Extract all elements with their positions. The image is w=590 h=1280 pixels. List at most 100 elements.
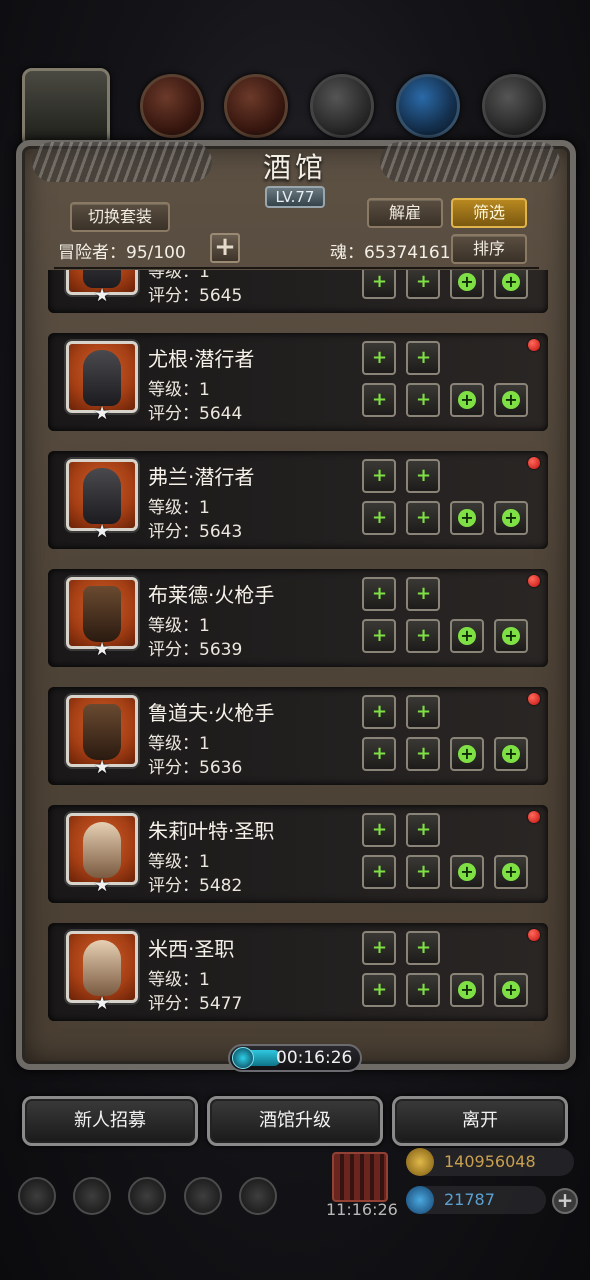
filter-button[interactable]: 筛选 [451,198,527,228]
refresh-timer: 00:16:26 [228,1044,362,1072]
hero-portrait[interactable]: ★ [66,931,138,1014]
accessory-slot[interactable]: + [494,855,528,889]
hero-card[interactable]: ★ 鲁道夫·火枪手 等级：1 评分：5636 + + + + + + [48,687,548,785]
armor-slot[interactable]: + [406,619,440,653]
accessory-slot[interactable]: + [450,619,484,653]
weapon-slot[interactable]: + [362,383,396,417]
hero-card[interactable]: ★ 弗兰·潜行者 等级：1 评分：5643 + + + + + + [48,451,548,549]
hero-score: 评分：5636 [148,758,243,778]
gold-amount: 140956048 [444,1152,536,1171]
armor-slot[interactable]: + [406,737,440,771]
storage-icon[interactable] [482,74,546,138]
weapon-slot[interactable]: + [362,855,396,889]
hero-list[interactable]: ★ 等级：1 评分：5645 + + + + + + ★ 尤根·潜行者等级：1 评分：5644 + + + +… [40,270,555,1025]
hero-portrait[interactable]: ★ [66,695,138,778]
star-icon: ★ [94,403,111,424]
accessory-slot[interactable]: + [450,737,484,771]
page-title: 酒馆 [262,151,327,184]
amulet-slot[interactable]: + [406,813,440,847]
new-indicator-dot [528,575,540,587]
hero-level: 等级：1 [148,734,210,754]
hero-level: 等级：1 [148,498,210,518]
accessory-slot[interactable]: + [494,737,528,771]
accessory-slot[interactable]: + [450,270,484,299]
accessory-slot[interactable]: + [450,501,484,535]
upgrade-tavern-button[interactable]: 酒馆升级 [207,1096,383,1146]
dungeon-icon[interactable] [140,74,204,138]
recruit-button[interactable]: 新人招募 [22,1096,198,1146]
priest-face-icon [83,940,121,996]
priest-face-icon [83,822,121,878]
amulet-slot[interactable]: + [406,931,440,965]
accessory-slot[interactable]: + [494,270,528,299]
amulet-slot[interactable]: + [406,695,440,729]
equip-plus-icon: + [416,861,432,882]
accessory-slot[interactable]: + [494,973,528,1007]
castle-icon[interactable] [128,1177,166,1215]
hero-portrait[interactable]: ★ [66,341,138,424]
ring-slot[interactable]: + [362,341,396,375]
scroll-icon[interactable] [224,74,288,138]
gift-box-icon[interactable] [332,1152,388,1202]
amulet-slot[interactable]: + [406,341,440,375]
equip-plus-icon: + [416,743,432,764]
sort-button[interactable]: 排序 [451,234,527,264]
leave-button[interactable]: 离开 [392,1096,568,1146]
equip-plus-icon: + [458,391,476,409]
hero-portrait[interactable]: ★ [66,577,138,660]
target-icon[interactable] [73,1177,111,1215]
weapon-slot[interactable]: + [362,619,396,653]
dismiss-button[interactable]: 解雇 [367,198,443,228]
ring-slot[interactable]: + [362,695,396,729]
gunner-face-icon [83,704,121,760]
add-slot-button[interactable]: + [210,233,240,263]
accessory-slot[interactable]: + [450,973,484,1007]
armor-slot[interactable]: + [406,383,440,417]
hero-chest-icon[interactable] [22,68,110,148]
accessory-slot[interactable]: + [494,383,528,417]
hero-portrait[interactable]: ★ [66,270,138,306]
hero-portrait[interactable]: ★ [66,813,138,896]
gift-countdown: 11:16:26 [326,1200,398,1219]
armor-slot[interactable]: + [406,855,440,889]
weapon-slot[interactable]: + [362,737,396,771]
accessory-slot[interactable]: + [450,855,484,889]
ring-slot[interactable]: + [362,813,396,847]
star-icon: ★ [94,757,111,778]
equip-plus-icon: + [458,273,476,291]
weapon-slot[interactable]: + [362,501,396,535]
ring-slot[interactable]: + [362,459,396,493]
switch-outfit-button[interactable]: 切换套装 [70,202,170,232]
equip-plus-icon: + [372,625,388,646]
weapon-slot[interactable]: + [362,973,396,1007]
weapon-slot[interactable]: + [362,270,396,299]
accessory-slot[interactable]: + [494,501,528,535]
equip-plus-icon: + [416,271,432,292]
armor-slot[interactable]: + [406,501,440,535]
settings-gear-icon[interactable] [18,1177,56,1215]
armor-slot[interactable]: + [406,270,440,299]
hero-card[interactable]: ★ 尤根·潜行者 等级：1 评分：5644 + + + + + + [48,333,548,431]
equip-plus-icon: + [372,743,388,764]
top-icon-bar [0,62,590,152]
hero-portrait[interactable]: ★ [66,459,138,542]
crystal-icon[interactable] [396,74,460,138]
hero-score: 评分：5644 [148,404,243,424]
hero-card[interactable]: ★ 米西·圣职 等级：1 评分：5477 + + + + + + [48,923,548,1021]
map-icon[interactable] [239,1177,277,1215]
hero-card[interactable]: ★等级：1评分：5645++++++ [48,270,548,313]
hero-card[interactable]: ★ 朱莉叶特·圣职 等级：1 评分：5482 + + + + + + [48,805,548,903]
timer-text: 00:16:26 [276,1048,353,1068]
hero-card[interactable]: ★ 布莱德·火枪手 等级：1 评分：5639 + + + + + + [48,569,548,667]
ring-slot[interactable]: + [362,931,396,965]
mail-icon[interactable] [184,1177,222,1215]
ring-slot[interactable]: + [362,577,396,611]
armor-slot[interactable]: + [406,973,440,1007]
amulet-slot[interactable]: + [406,577,440,611]
amulet-slot[interactable]: + [406,459,440,493]
add-gems-button[interactable]: + [552,1188,578,1214]
accessory-slot[interactable]: + [494,619,528,653]
anvil-icon[interactable] [310,74,374,138]
star-icon: ★ [94,285,111,306]
accessory-slot[interactable]: + [450,383,484,417]
